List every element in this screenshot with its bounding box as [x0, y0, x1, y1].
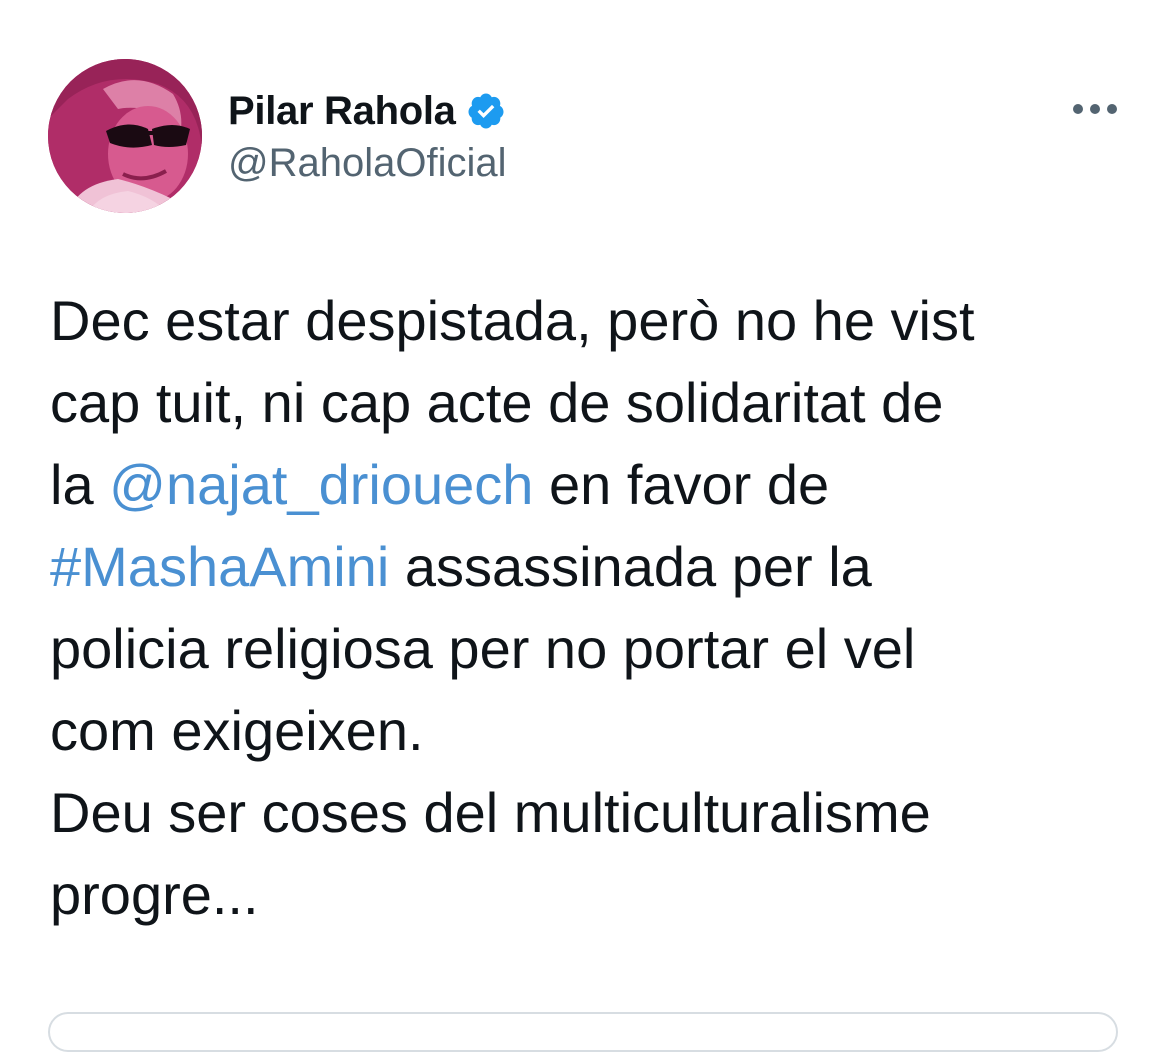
tweet-text-segment: Deu ser coses del multiculturalisme — [50, 781, 931, 844]
author-display-name[interactable]: Pilar Rahola — [228, 89, 456, 134]
tweet-text-segment: la — [50, 453, 110, 516]
tweet-text-segment: cap tuit, ni cap acte de solidaritat de — [50, 371, 944, 434]
tweet-card: Pilar Rahola @RaholaOficial Dec estar de… — [0, 0, 1170, 1052]
author-name-row: Pilar Rahola — [228, 86, 506, 136]
tweet-text-line: Deu ser coses del multiculturalisme — [50, 772, 1130, 854]
mention-link[interactable]: @najat_driouech — [109, 453, 533, 516]
tweet-text-line: cap tuit, ni cap acte de solidaritat de — [50, 362, 1130, 444]
tweet-text-line: com exigeixen. — [50, 690, 1130, 772]
author-handle[interactable]: @RaholaOficial — [228, 141, 507, 186]
hashtag-link[interactable]: #MashaAmini — [50, 535, 389, 598]
tweet-text: Dec estar despistada, però no he vist cap… — [50, 280, 1130, 936]
profile-photo — [48, 59, 202, 213]
tweet-text-segment: Dec estar despistada, però no he vist — [50, 289, 975, 352]
tweet-text-segment: com exigeixen. — [50, 699, 424, 762]
more-options-button[interactable] — [1068, 92, 1122, 126]
quoted-card-edge[interactable] — [48, 1012, 1118, 1052]
tweet-text-segment: progre... — [50, 863, 259, 926]
tweet-text-line: progre... — [50, 854, 1130, 936]
tweet-text-segment: policia religiosa per no portar el vel — [50, 617, 916, 680]
tweet-text-segment: assassinada per la — [389, 535, 872, 598]
verified-badge-icon — [468, 93, 504, 129]
tweet-text-line: policia religiosa per no portar el vel — [50, 608, 1130, 690]
tweet-text-line: Dec estar despistada, però no he vist — [50, 280, 1130, 362]
avatar[interactable] — [48, 59, 202, 213]
more-options-icon — [1073, 104, 1117, 114]
tweet-text-line: #MashaAmini assassinada per la — [50, 526, 1130, 608]
tweet-text-line: la @najat_driouech en favor de — [50, 444, 1130, 526]
tweet-text-segment: en favor de — [533, 453, 830, 516]
